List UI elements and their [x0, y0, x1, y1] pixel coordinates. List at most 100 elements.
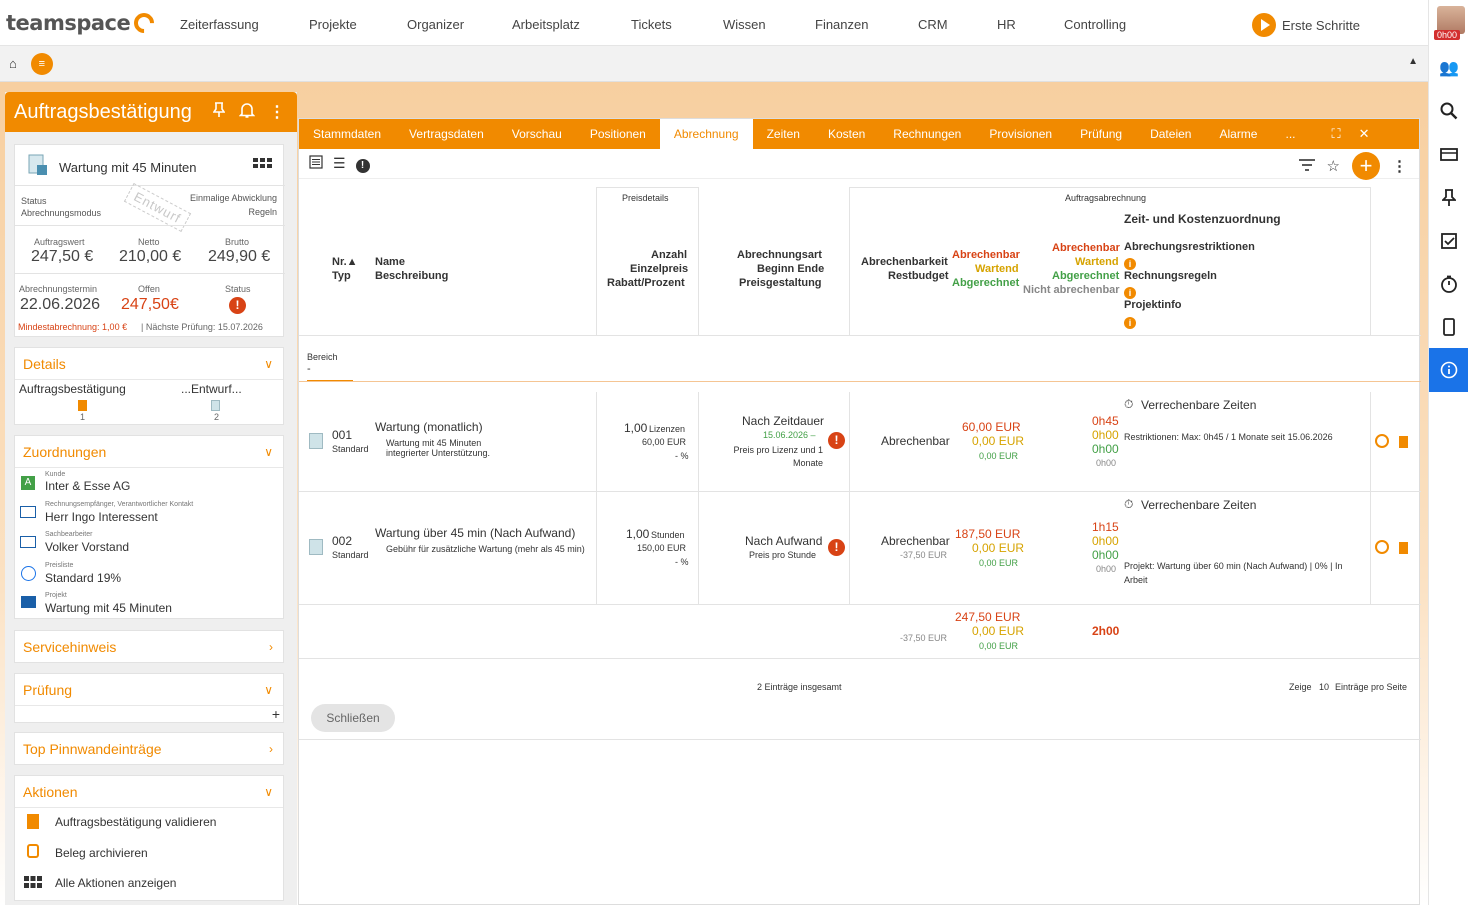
contacts-icon[interactable]: 👥: [1429, 53, 1468, 83]
col-typ[interactable]: Typ: [332, 270, 351, 282]
menu-icon[interactable]: ≡: [30, 52, 53, 75]
close-button[interactable]: Schließen: [311, 704, 395, 732]
tab-positionen[interactable]: Positionen: [576, 119, 660, 149]
nav-crm[interactable]: CRM: [918, 17, 948, 32]
warning-icon[interactable]: !: [828, 432, 845, 449]
collapse-up-icon[interactable]: ▲: [1408, 56, 1418, 67]
mobile-icon[interactable]: [1429, 312, 1468, 342]
info-icon[interactable]: i: [1124, 315, 1136, 329]
home-icon[interactable]: ⌂: [9, 56, 17, 71]
apps-grid-icon[interactable]: [253, 157, 273, 176]
add-button[interactable]: +: [1352, 152, 1380, 180]
pin-icon[interactable]: [1429, 183, 1468, 213]
z-value-kunde[interactable]: Inter & Esse AG: [45, 479, 130, 493]
col-beschreibung[interactable]: Beschreibung: [375, 270, 448, 282]
col-preisgestaltung[interactable]: Preisgestaltung: [739, 277, 822, 289]
col-abrechnungsart[interactable]: Abrechnungsart: [737, 249, 822, 261]
nav-controlling[interactable]: Controlling: [1064, 17, 1126, 32]
tab-rechnungen[interactable]: Rechnungen: [879, 119, 975, 149]
info-icon[interactable]: [1429, 348, 1468, 392]
row-zeiten[interactable]: Verrechenbare Zeiten: [1141, 498, 1256, 512]
warning-icon[interactable]: !: [828, 539, 845, 556]
col-abrechenbarkeit[interactable]: Abrechenbarkeit: [861, 256, 948, 268]
coins-icon[interactable]: [1375, 434, 1389, 448]
col-name[interactable]: Name: [375, 256, 405, 268]
more-vert-icon[interactable]: ⋮: [269, 102, 285, 123]
pruefung-header[interactable]: Prüfung ∨: [15, 674, 283, 706]
star-icon[interactable]: ☆: [1327, 157, 1340, 175]
col-zeit-abgerechnet[interactable]: Abgerechnet: [1052, 270, 1119, 282]
nav-arbeitsplatz[interactable]: Arbeitsplatz: [512, 17, 580, 32]
servicehinweis-header[interactable]: Servicehinweis ›: [15, 631, 283, 663]
col-rabatt[interactable]: Rabatt/Prozent: [607, 277, 685, 289]
z-value-projekt[interactable]: Wartung mit 45 Minuten: [45, 601, 172, 615]
delete-icon[interactable]: [1399, 542, 1408, 554]
tab-stammdaten[interactable]: Stammdaten: [299, 119, 395, 149]
tab-pruefung[interactable]: Prüfung: [1066, 119, 1136, 149]
z-value-sachbearbeiter[interactable]: Volker Vorstand: [45, 540, 129, 554]
row-zeiten[interactable]: Verrechenbare Zeiten: [1141, 398, 1256, 412]
pinnwand-header[interactable]: Top Pinnwandeinträge ›: [15, 733, 283, 765]
col-eur-abrechenbar[interactable]: Abrechenbar: [952, 249, 1020, 261]
nav-tickets[interactable]: Tickets: [631, 17, 672, 32]
nav-finanzen[interactable]: Finanzen: [815, 17, 868, 32]
first-steps-button[interactable]: Erste Schritte: [1251, 13, 1360, 37]
inbox-icon[interactable]: [1429, 139, 1468, 169]
tab-dateien[interactable]: Dateien: [1136, 119, 1205, 149]
tab-provisionen[interactable]: Provisionen: [975, 119, 1066, 149]
action-validate[interactable]: Auftragsbestätigung validieren: [55, 815, 216, 829]
action-show-all[interactable]: Alle Aktionen anzeigen: [55, 876, 176, 890]
details-header[interactable]: Details ∨: [15, 348, 283, 380]
bell-icon[interactable]: [238, 102, 256, 123]
delete-icon[interactable]: [1399, 436, 1408, 448]
close-icon[interactable]: ✕: [1359, 126, 1370, 142]
more-vert-icon[interactable]: ⋮: [1392, 157, 1407, 175]
z-value-empfaenger[interactable]: Herr Ingo Interessent: [45, 510, 158, 524]
pinnwand-card[interactable]: Top Pinnwandeinträge ›: [14, 732, 284, 765]
nav-zeiterfassung[interactable]: Zeiterfassung: [180, 17, 259, 32]
tab-alarme[interactable]: Alarme: [1205, 119, 1271, 149]
pin-icon[interactable]: [212, 101, 226, 123]
zuordnungen-header[interactable]: Zuordnungen ∨: [15, 436, 283, 468]
col-restbudget[interactable]: Restbudget: [888, 270, 949, 282]
filter-icon[interactable]: [1298, 158, 1315, 175]
tasks-icon[interactable]: [1429, 226, 1468, 256]
nav-hr[interactable]: HR: [997, 17, 1016, 32]
bereich-value[interactable]: -: [307, 363, 311, 375]
list-view-icon[interactable]: [309, 155, 323, 172]
col-anzahl[interactable]: Anzahl: [651, 249, 687, 261]
stopwatch-icon[interactable]: [1429, 269, 1468, 299]
col-projektinfo[interactable]: Projektinfo: [1124, 299, 1181, 311]
teamspace-logo[interactable]: teamspace: [0, 8, 170, 37]
z-value-preisliste[interactable]: Standard 19%: [45, 571, 121, 585]
coins-icon[interactable]: [1375, 540, 1389, 554]
timer-badge[interactable]: 0h00: [1434, 30, 1461, 40]
col-zeit-nicht-abrechenbar[interactable]: Nicht abrechenbar: [1023, 284, 1120, 296]
col-restriktionen[interactable]: Abrechungsrestriktionen: [1124, 241, 1255, 253]
tab-more[interactable]: ...: [1271, 119, 1309, 149]
tab-vertragsdaten[interactable]: Vertragsdaten: [395, 119, 498, 149]
col-zeit-abrechenbar[interactable]: Abrechenbar: [1052, 242, 1120, 254]
action-archive[interactable]: Beleg archivieren: [55, 846, 148, 860]
nav-organizer[interactable]: Organizer: [407, 17, 464, 32]
add-icon[interactable]: +: [272, 706, 280, 722]
col-eur-wartend[interactable]: Wartend: [975, 263, 1019, 275]
tab-zeiten[interactable]: Zeiten: [753, 119, 814, 149]
aktionen-header[interactable]: Aktionen ∨: [15, 776, 283, 808]
info-icon[interactable]: i: [1124, 285, 1136, 299]
nav-wissen[interactable]: Wissen: [723, 17, 766, 32]
col-regeln[interactable]: Rechnungsregeln: [1124, 270, 1217, 282]
per-page-select[interactable]: 10: [1319, 682, 1329, 692]
nav-projekte[interactable]: Projekte: [309, 17, 357, 32]
tab-abrechnung[interactable]: Abrechnung: [659, 119, 753, 149]
tab-vorschau[interactable]: Vorschau: [498, 119, 576, 149]
search-icon[interactable]: [1429, 96, 1468, 126]
col-beginn-ende[interactable]: Beginn Ende: [757, 263, 824, 275]
col-zeit-wartend[interactable]: Wartend: [1075, 256, 1119, 268]
maximize-icon[interactable]: ⛶: [1332, 126, 1341, 142]
col-zeit-kosten[interactable]: Zeit- und Kostenzuordnung: [1124, 212, 1281, 226]
col-eur-abgerechnet[interactable]: Abgerechnet: [952, 277, 1019, 289]
info-icon[interactable]: i: [1124, 256, 1136, 270]
menu-lines-icon[interactable]: ☰: [333, 155, 346, 172]
col-nr[interactable]: Nr.▲: [332, 256, 358, 268]
